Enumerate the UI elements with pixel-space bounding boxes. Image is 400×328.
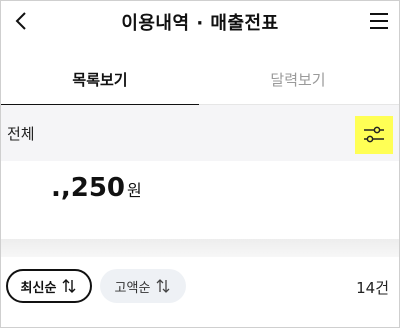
result-count: 14건 [356,279,389,297]
sort-latest-button[interactable]: 최신순 [6,269,92,303]
sort-amount-button[interactable]: 고액순 [100,269,186,303]
sort-row: 최신순 고액순 14건 [1,257,399,327]
total-amount: .,250 원 [51,173,142,203]
tab-list-view[interactable]: 목록보기 [1,53,199,106]
sliders-icon [364,126,384,143]
page-title: 이용내역 · 매출전표 [121,13,279,34]
amount-unit: 원 [127,181,142,200]
tab-calendar-view[interactable]: 달력보기 [199,53,397,105]
app-frame: 이용내역 · 매출전표 목록보기 달력보기 전체 .,250 원 최신순 고액순… [0,0,400,328]
menu-button[interactable] [367,9,391,33]
amount-value: .,250 [51,173,126,203]
sort-updown-icon [61,278,77,294]
sort-latest-label: 최신순 [20,280,57,296]
section-divider [1,239,399,257]
filter-label: 전체 [7,125,35,143]
view-tabs: 목록보기 달력보기 [1,53,399,106]
hamburger-menu-icon [370,13,388,29]
app-header: 이용내역 · 매출전표 [1,1,399,45]
amount-summary: .,250 원 [1,161,399,239]
sort-amount-label: 고액순 [114,280,151,296]
filter-settings-button[interactable] [355,116,393,154]
sort-updown-icon [155,278,171,294]
filter-bar: 전체 [1,105,399,161]
